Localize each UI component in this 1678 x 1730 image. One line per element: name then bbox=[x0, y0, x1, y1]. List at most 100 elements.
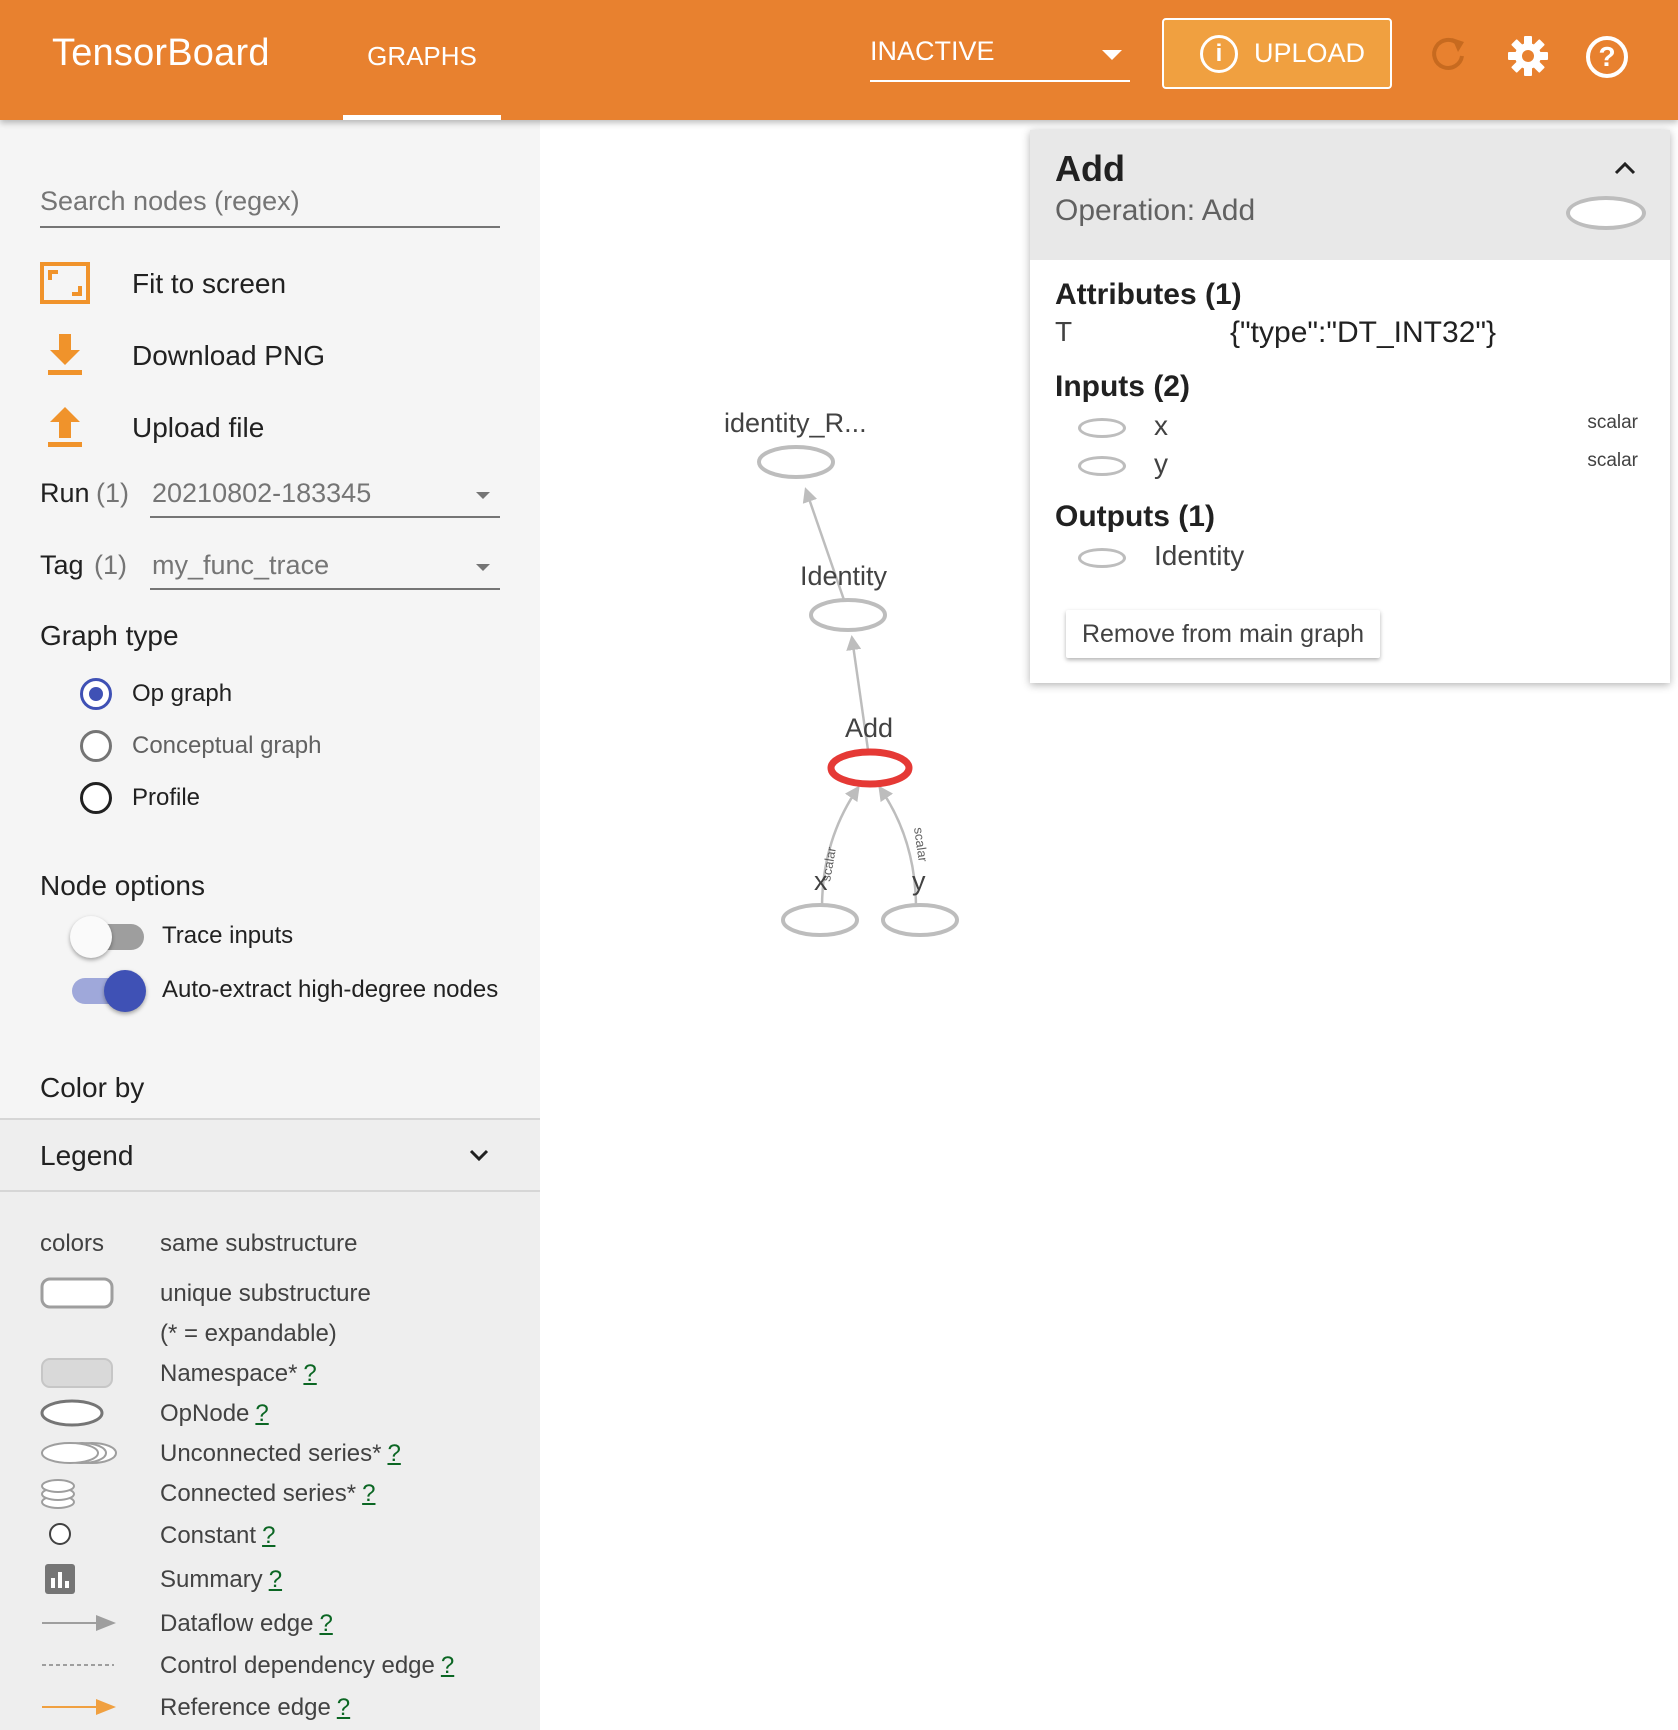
opnode-help-link[interactable]: ? bbox=[255, 1400, 268, 1427]
legend-text: Constant? bbox=[160, 1522, 276, 1549]
output-name: Identity bbox=[1154, 540, 1245, 571]
legend-text: OpNode? bbox=[160, 1400, 269, 1427]
node-identity-r bbox=[757, 445, 835, 479]
connected-series-help-link[interactable]: ? bbox=[362, 1480, 375, 1507]
reference-edge-icon bbox=[42, 1699, 116, 1715]
dropdown-caret-icon bbox=[476, 492, 490, 499]
unconnected-series-help-link[interactable]: ? bbox=[387, 1440, 400, 1467]
legend-text: Connected series*? bbox=[160, 1480, 376, 1507]
summary-help-link[interactable]: ? bbox=[269, 1566, 282, 1593]
fit-to-screen-label: Fit to screen bbox=[132, 268, 287, 299]
toggle-trace-inputs[interactable]: Trace inputs bbox=[70, 914, 532, 958]
output-row-identity[interactable]: Identity bbox=[1078, 540, 1648, 576]
tab-graphs[interactable]: GRAPHS bbox=[343, 0, 501, 120]
unique-substructure-icon bbox=[40, 1277, 114, 1309]
search-nodes-input[interactable]: Search nodes (regex) bbox=[40, 182, 500, 228]
input-type: scalar bbox=[1587, 450, 1638, 471]
legend-row-same-substructure: same substructure bbox=[40, 1226, 520, 1262]
info-icon: i bbox=[1200, 35, 1238, 73]
fit-to-screen-button[interactable]: Fit to screen bbox=[40, 260, 500, 310]
refresh-icon[interactable] bbox=[1428, 34, 1468, 74]
legend-header[interactable]: Legend bbox=[0, 1118, 540, 1192]
download-icon bbox=[48, 334, 82, 375]
opnode-small-icon bbox=[1078, 418, 1126, 438]
chevron-down-icon bbox=[469, 1149, 489, 1162]
node-label-y[interactable]: y bbox=[912, 866, 926, 897]
trace-inputs-label: Trace inputs bbox=[162, 922, 294, 949]
legend-title: Legend bbox=[40, 1140, 134, 1171]
remove-from-main-graph-button[interactable]: Remove from main graph bbox=[1066, 610, 1380, 658]
legend-row-opnode: OpNode? bbox=[40, 1396, 520, 1432]
input-row-y[interactable]: y scalar bbox=[1078, 448, 1648, 484]
legend-text: unique substructure bbox=[160, 1280, 371, 1307]
tab-graphs-label: GRAPHS bbox=[367, 41, 477, 71]
legend-row-dataflow-edge: Dataflow edge? bbox=[40, 1606, 520, 1642]
legend-row-unconnected-series: Unconnected series*? bbox=[40, 1436, 520, 1472]
node-info-card: Add Operation: Add Attributes (1) T {"ty… bbox=[1030, 130, 1670, 683]
reference-edge-help-link[interactable]: ? bbox=[337, 1694, 350, 1721]
node-add-selected bbox=[827, 748, 913, 788]
input-name: x bbox=[1154, 410, 1168, 441]
input-row-x[interactable]: x scalar bbox=[1078, 410, 1648, 446]
node-info-subtitle: Operation: Add bbox=[1055, 194, 1256, 227]
opnode-small-icon bbox=[1078, 548, 1126, 568]
run-status-value: INACTIVE bbox=[870, 36, 995, 66]
constant-icon bbox=[49, 1523, 71, 1545]
unconnected-series-icon bbox=[41, 1442, 117, 1464]
radio-profile[interactable]: Profile bbox=[80, 780, 480, 820]
connected-series-icon bbox=[41, 1479, 75, 1509]
search-placeholder: Search nodes (regex) bbox=[40, 186, 300, 216]
node-label-add[interactable]: Add bbox=[845, 713, 893, 744]
opnode-small-icon bbox=[1078, 456, 1126, 476]
radio-op-graph[interactable]: Op graph bbox=[80, 676, 480, 716]
run-selector-row: Run (1) 20210802-183345 bbox=[40, 470, 500, 530]
upload-file-button[interactable]: Upload file bbox=[40, 404, 500, 454]
legend-row-control-dependency-edge: Control dependency edge? bbox=[40, 1648, 520, 1684]
legend-text: Summary? bbox=[160, 1566, 283, 1593]
node-identity bbox=[809, 598, 887, 632]
namespace-help-link[interactable]: ? bbox=[303, 1360, 316, 1387]
tag-label: Tag bbox=[40, 550, 84, 580]
legend-row-namespace: Namespace*? bbox=[40, 1356, 520, 1392]
legend-row-connected-series: Connected series*? bbox=[40, 1476, 520, 1512]
legend-text: Unconnected series*? bbox=[160, 1440, 401, 1467]
run-status-select[interactable]: INACTIVE bbox=[870, 30, 1130, 82]
toggle-knob bbox=[104, 970, 146, 1012]
outputs-title: Outputs (1) bbox=[1055, 500, 1215, 533]
run-dropdown[interactable]: 20210802-183345 bbox=[150, 470, 500, 518]
attribute-value: {"type":"DT_INT32"} bbox=[1230, 316, 1497, 349]
radio-conceptual-graph[interactable]: Conceptual graph bbox=[80, 728, 480, 768]
control-dependency-edge-icon bbox=[42, 1664, 114, 1666]
settings-gear-icon[interactable] bbox=[1506, 34, 1550, 78]
node-label-identity[interactable]: Identity bbox=[800, 561, 887, 592]
top-app-bar: TensorBoard GRAPHS INACTIVE i UPLOAD ? bbox=[0, 0, 1678, 120]
legend-text: Dataflow edge? bbox=[160, 1610, 333, 1637]
upload-button[interactable]: i UPLOAD bbox=[1162, 18, 1392, 89]
dataflow-edge-help-link[interactable]: ? bbox=[319, 1610, 332, 1637]
node-label-x[interactable]: x bbox=[814, 866, 828, 897]
radio-profile-label: Profile bbox=[132, 784, 201, 811]
dropdown-caret-icon bbox=[476, 564, 490, 571]
run-label: Run bbox=[40, 478, 90, 508]
legend-text: (* = expandable) bbox=[160, 1320, 337, 1347]
download-png-button[interactable]: Download PNG bbox=[40, 332, 500, 382]
tag-selector-row: Tag (1) my_func_trace bbox=[40, 542, 500, 602]
opnode-shape-icon bbox=[1566, 196, 1646, 230]
attributes-title: Attributes (1) bbox=[1055, 278, 1242, 311]
attribute-key: T bbox=[1055, 316, 1073, 347]
control-dependency-edge-help-link[interactable]: ? bbox=[441, 1652, 454, 1679]
toggle-auto-extract[interactable]: Auto-extract high-degree nodes bbox=[72, 968, 532, 1012]
tag-dropdown[interactable]: my_func_trace bbox=[150, 542, 500, 590]
legend-row-expandable: (* = expandable) bbox=[40, 1316, 520, 1352]
legend-row-constant: Constant? bbox=[40, 1518, 520, 1554]
node-options-title: Node options bbox=[40, 870, 206, 901]
upload-button-label: UPLOAD bbox=[1254, 38, 1366, 68]
legend-row-summary: Summary? bbox=[40, 1562, 520, 1598]
node-x bbox=[781, 903, 859, 937]
constant-help-link[interactable]: ? bbox=[262, 1522, 275, 1549]
legend-row-unique-substructure: unique substructure bbox=[40, 1276, 520, 1312]
chevron-up-icon[interactable] bbox=[1612, 158, 1638, 178]
node-label-identity-r[interactable]: identity_R... bbox=[724, 408, 867, 439]
tag-value: my_func_trace bbox=[152, 550, 330, 580]
help-icon[interactable]: ? bbox=[1586, 36, 1628, 78]
